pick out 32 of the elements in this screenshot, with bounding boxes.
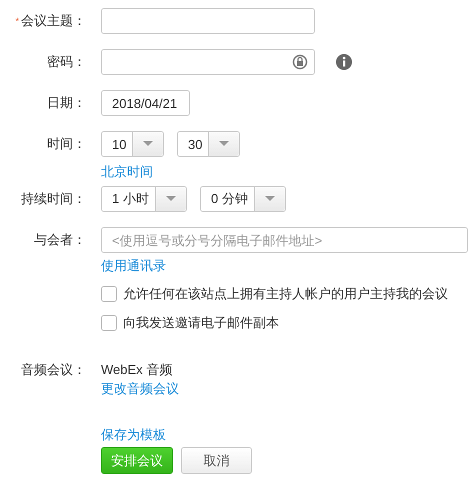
info-icon[interactable] <box>335 53 353 71</box>
dropdown[interactable]: 0 分钟 <box>200 186 286 212</box>
address-book-link[interactable]: 使用通讯录 <box>101 258 166 274</box>
checkbox[interactable] <box>101 286 117 302</box>
change-audio-link[interactable]: 更改音频会议 <box>101 381 179 397</box>
audio-value: WebEx 音频 <box>101 361 172 379</box>
dropdown[interactable]: 1 小时 <box>101 186 187 212</box>
timezone-link[interactable]: 北京时间 <box>101 164 153 180</box>
checkbox-label: 向我发送邀请电子邮件副本 <box>123 314 279 332</box>
dropdown[interactable]: 30 <box>177 131 240 157</box>
field-label: 持续时间： <box>21 190 86 208</box>
caret-icon <box>219 141 229 147</box>
topic-field[interactable] <box>101 8 315 34</box>
attendees-field[interactable]: <使用逗号或分号分隔电子邮件地址> <box>101 227 468 253</box>
caret-icon <box>143 141 153 147</box>
field-label: 日期： <box>47 94 86 112</box>
caret-icon <box>166 196 176 202</box>
field-label: 密码： <box>47 53 86 71</box>
field-label: 与会者： <box>34 231 86 249</box>
field-label: 会议主题： <box>21 12 86 30</box>
caret-icon <box>265 196 275 202</box>
save-template-link[interactable]: 保存为模板 <box>101 427 166 443</box>
dropdown[interactable]: 10 <box>101 131 164 157</box>
required-mark: * <box>15 16 19 26</box>
date-field[interactable]: 2018/04/21 <box>101 90 190 116</box>
field-label: 音频会议： <box>21 361 86 379</box>
cancel-button[interactable]: 取消 <box>181 447 252 474</box>
lock-icon[interactable] <box>292 54 308 70</box>
checkbox[interactable] <box>101 315 117 331</box>
field-label: 时间： <box>47 135 86 153</box>
password-field[interactable] <box>101 49 315 75</box>
checkbox-label: 允许任何在该站点上拥有主持人帐户的用户主持我的会议 <box>123 285 448 303</box>
